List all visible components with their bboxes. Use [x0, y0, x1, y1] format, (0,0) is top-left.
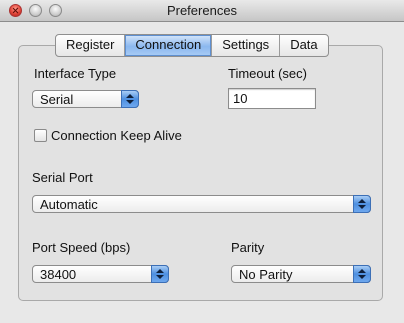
tab-data[interactable]: Data: [280, 35, 327, 56]
timeout-label: Timeout (sec): [228, 66, 307, 81]
popup-arrows-icon: [121, 90, 139, 108]
popup-arrows-icon: [353, 195, 371, 213]
port-speed-value: 38400: [40, 267, 77, 282]
parity-label: Parity: [231, 240, 265, 255]
tab-register[interactable]: Register: [56, 35, 126, 56]
interface-type-value: Serial: [40, 92, 74, 107]
interface-type-popup[interactable]: Serial: [32, 90, 139, 108]
serial-port-value: Automatic: [40, 197, 98, 212]
port-speed-popup[interactable]: 38400: [32, 265, 169, 283]
popup-arrows-icon: [353, 265, 371, 283]
port-speed-label: Port Speed (bps): [32, 240, 131, 255]
serial-port-popup[interactable]: Automatic: [32, 195, 371, 213]
tab-settings[interactable]: Settings: [212, 35, 281, 56]
popup-arrows-icon: [151, 265, 169, 283]
serial-port-label: Serial Port: [32, 170, 93, 185]
parity-value: No Parity: [239, 267, 293, 282]
window-titlebar[interactable]: Preferences: [0, 0, 404, 22]
tab-bar: Register Connection Settings Data: [55, 34, 329, 57]
parity-popup[interactable]: No Parity: [231, 265, 371, 283]
interface-type-label: Interface Type: [34, 66, 117, 81]
keep-alive-label[interactable]: Connection Keep Alive: [51, 128, 182, 143]
tab-connection[interactable]: Connection: [125, 35, 213, 56]
window-title: Preferences: [166, 3, 238, 18]
timeout-field[interactable]: 10: [228, 88, 316, 109]
timeout-value: 10: [233, 91, 248, 106]
keep-alive-checkbox[interactable]: [34, 129, 47, 142]
